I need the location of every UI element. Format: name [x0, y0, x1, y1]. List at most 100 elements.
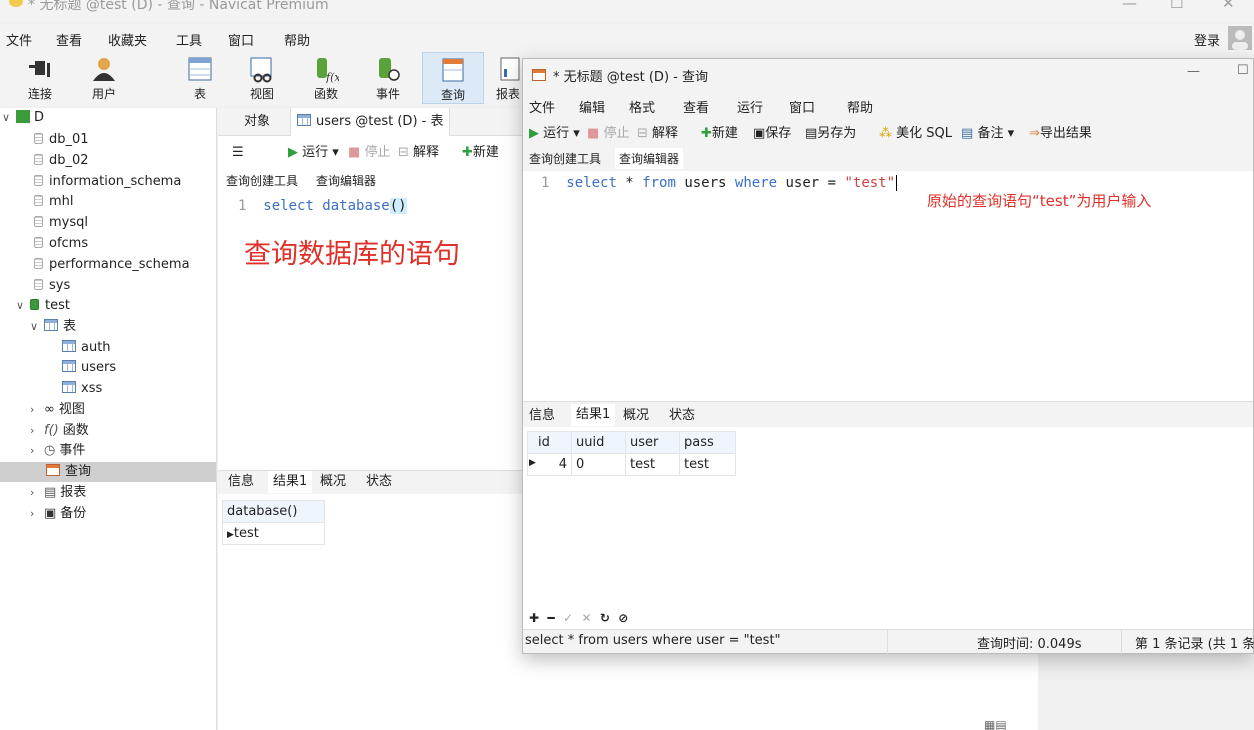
dialog-new-button[interactable]: ✚新建: [701, 122, 738, 141]
dialog-tab-query-builder[interactable]: 查询创建工具: [529, 150, 601, 167]
table-icon: [62, 340, 76, 352]
tree-functions-node[interactable]: › f() 函数: [30, 421, 89, 441]
hamburger-menu-icon[interactable]: ☰: [232, 140, 244, 166]
dialog-explain-button[interactable]: ⊟ 解释: [637, 122, 678, 141]
bg-tab-info[interactable]: 信息: [228, 471, 254, 493]
tree-db-test[interactable]: ∨ test: [16, 296, 70, 316]
tree-table-item[interactable]: xss: [62, 379, 102, 399]
dialog-tab-info[interactable]: 信息: [529, 405, 555, 427]
query-button[interactable]: 查询: [422, 52, 484, 104]
dialog-saveas-button[interactable]: ▤另存为: [805, 122, 856, 141]
event-button[interactable]: 事件: [366, 52, 410, 104]
maximize-button[interactable]: ☐: [1170, 0, 1183, 12]
function-button[interactable]: f(x) 函数: [304, 52, 348, 104]
annotation-original-query: 原始的查询语句“test”为用户输入: [927, 192, 1152, 210]
cell-uuid[interactable]: 0: [571, 453, 626, 476]
dialog-sql-editor[interactable]: 1 select * from users where user = "test…: [541, 175, 898, 191]
menu-window[interactable]: 窗口: [228, 30, 254, 49]
bg-cell[interactable]: ▶test: [222, 522, 325, 545]
tree-db-item[interactable]: information_schema: [34, 172, 181, 192]
refresh-icon[interactable]: ↻: [600, 611, 610, 625]
discard-icon[interactable]: ✕: [581, 611, 591, 625]
bg-run-button[interactable]: ▶ 运行 ▾: [288, 140, 339, 166]
menu-tools[interactable]: 工具: [176, 30, 202, 49]
add-record-icon[interactable]: ✚: [529, 611, 539, 625]
dialog-export-button[interactable]: ⇒导出结果: [1029, 122, 1092, 141]
minimize-button[interactable]: —: [1122, 0, 1137, 12]
bg-tab-overview[interactable]: 概况: [320, 471, 346, 493]
dialog-menu-edit[interactable]: 编辑: [579, 97, 605, 116]
table-row[interactable]: ▶ 4 0 test test: [527, 453, 736, 476]
dialog-menu-view[interactable]: 查看: [683, 97, 709, 116]
dialog-menu-window[interactable]: 窗口: [789, 97, 815, 116]
menu-file[interactable]: 文件: [6, 30, 32, 49]
dialog-run-button[interactable]: ▶ 运行 ▾: [529, 122, 580, 141]
col-header-uuid[interactable]: uuid: [571, 431, 626, 454]
dialog-tab-status[interactable]: 状态: [669, 405, 695, 427]
tree-events-node[interactable]: › ◷ 事件: [30, 441, 85, 461]
report-button[interactable]: 报表: [494, 52, 522, 104]
dialog-maximize-button[interactable]: ☐: [1237, 63, 1249, 78]
explain-icon: ⊟: [637, 126, 648, 141]
tree-db-item[interactable]: mysql: [34, 213, 88, 233]
dialog-tab-overview[interactable]: 概况: [623, 405, 649, 427]
close-button[interactable]: ✕: [1222, 0, 1235, 12]
tree-db-item[interactable]: ofcms: [34, 234, 88, 254]
user-button[interactable]: 用户: [82, 52, 126, 104]
view-mode-icon[interactable]: ▦▤: [984, 718, 1018, 730]
cell-user[interactable]: test: [625, 453, 680, 476]
tree-db-item[interactable]: mhl: [34, 192, 74, 212]
bg-explain-button[interactable]: ⊟ 解释: [398, 140, 439, 166]
bg-col-header[interactable]: database(): [222, 500, 325, 523]
bg-tab-status[interactable]: 状态: [366, 471, 392, 493]
bg-tab-query-editor[interactable]: 查询编辑器: [312, 168, 381, 194]
dialog-note-button[interactable]: ▤ 备注 ▾: [961, 122, 1014, 141]
tree-db-item[interactable]: db_02: [34, 151, 89, 171]
tree-backup-node[interactable]: › ▣ 备份: [30, 504, 86, 524]
stop-load-icon[interactable]: ⊘: [618, 611, 628, 625]
bg-new-button[interactable]: ✚新建: [462, 140, 499, 166]
col-header-pass[interactable]: pass: [679, 431, 736, 454]
tree-db-item[interactable]: db_01: [34, 130, 89, 150]
tab-objects[interactable]: 对象: [238, 108, 276, 136]
table-button[interactable]: 表: [178, 52, 222, 104]
bg-tab-query-builder[interactable]: 查询创建工具: [226, 168, 298, 194]
dialog-save-button[interactable]: ▣保存: [753, 122, 791, 141]
menu-help[interactable]: 帮助: [284, 30, 310, 49]
delete-record-icon[interactable]: ━: [547, 611, 554, 625]
tree-connection-d[interactable]: ∨ D: [2, 108, 44, 128]
tree-views-node[interactable]: › ∞ 视图: [30, 400, 85, 420]
apply-icon[interactable]: ✓: [563, 611, 573, 625]
tree-queries-node[interactable]: 查询: [0, 462, 216, 482]
dialog-menu-run[interactable]: 运行: [737, 97, 763, 116]
col-header-id[interactable]: id: [527, 431, 572, 454]
tree-table-item[interactable]: users: [62, 358, 116, 378]
bg-sql-editor[interactable]: 1 select database(): [238, 198, 407, 214]
dialog-minimize-button[interactable]: —: [1187, 64, 1200, 79]
view-button[interactable]: 视图: [240, 52, 284, 104]
avatar-icon[interactable]: [1228, 26, 1252, 50]
connect-button[interactable]: 连接: [18, 52, 62, 104]
tree-db-item[interactable]: sys: [34, 276, 70, 296]
menu-view[interactable]: 查看: [56, 30, 82, 49]
dialog-menu-help[interactable]: 帮助: [847, 97, 873, 116]
menu-favorites[interactable]: 收藏夹: [108, 30, 147, 49]
login-link[interactable]: 登录: [1194, 30, 1220, 49]
dialog-stop-button[interactable]: ■ 停止: [587, 122, 629, 141]
dialog-beautify-button[interactable]: ⁂ 美化 SQL: [879, 122, 952, 141]
dialog-tab-query-editor[interactable]: 查询编辑器: [615, 148, 684, 169]
function-icon: f(): [44, 423, 59, 438]
tree-table-item[interactable]: auth: [62, 338, 111, 358]
dialog-tab-result1[interactable]: 结果1: [571, 404, 616, 426]
cell-pass[interactable]: test: [679, 453, 736, 476]
cell-id[interactable]: ▶ 4: [527, 453, 572, 476]
col-header-user[interactable]: user: [625, 431, 680, 454]
tab-users-table[interactable]: users @test (D) - 表: [290, 108, 451, 136]
bg-stop-button[interactable]: ■ 停止: [348, 140, 390, 166]
tree-reports-node[interactable]: › ▤ 报表: [30, 483, 86, 503]
tree-db-item[interactable]: performance_schema: [34, 255, 190, 275]
dialog-menu-format[interactable]: 格式: [629, 97, 655, 116]
bg-tab-result1[interactable]: 结果1: [268, 471, 313, 493]
tree-tables-node[interactable]: ∨ 表: [30, 317, 76, 337]
dialog-menu-file[interactable]: 文件: [529, 97, 555, 116]
